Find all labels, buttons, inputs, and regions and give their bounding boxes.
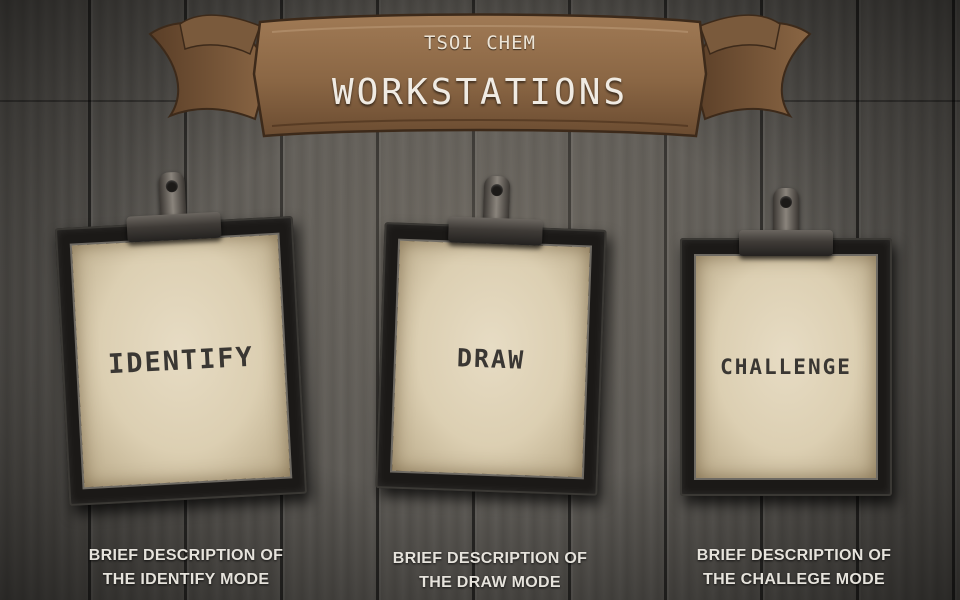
challenge-label: CHALLENGE xyxy=(720,355,852,379)
clipboard-paper: IDENTIFY xyxy=(71,234,291,488)
clip-ring-icon xyxy=(482,175,511,223)
draw-station-clipboard[interactable]: DRAW xyxy=(375,175,607,496)
banner-title: WORKSTATIONS xyxy=(331,72,629,113)
banner-subtitle: TSOI CHEM xyxy=(424,32,536,54)
clipboard-clip-icon xyxy=(126,211,222,243)
identify-station-clipboard[interactable]: IDENTIFY xyxy=(54,171,308,507)
challenge-station-clipboard[interactable]: CHALLENGE xyxy=(680,188,892,496)
clip-ring-icon xyxy=(158,171,187,219)
clipboard-clip-icon xyxy=(448,216,543,246)
draw-description: BRIEF DESCRIPTION OF THE DRAW MODE xyxy=(360,547,620,595)
clipboard-paper: CHALLENGE xyxy=(696,256,876,478)
draw-label: DRAW xyxy=(456,343,526,375)
clipboard-paper: DRAW xyxy=(392,240,590,478)
title-banner: TSOI CHEM WORKSTATIONS xyxy=(140,4,820,144)
challenge-description: BRIEF DESCRIPTION OF THE CHALLEGE MODE xyxy=(664,544,924,592)
clip-ring-icon xyxy=(773,188,799,234)
draw-description-line1: BRIEF DESCRIPTION OF xyxy=(392,550,588,567)
identify-description: BRIEF DESCRIPTION OF THE IDENTIFY MODE xyxy=(56,544,316,592)
identify-label: IDENTIFY xyxy=(107,341,255,381)
draw-description-line2: THE DRAW MODE xyxy=(419,574,561,591)
challenge-description-line1: BRIEF DESCRIPTION OF xyxy=(696,547,892,564)
identify-description-line2: THE IDENTIFY MODE xyxy=(102,571,270,588)
identify-description-line1: BRIEF DESCRIPTION OF xyxy=(88,547,284,564)
clipboard-clip-icon xyxy=(739,230,833,256)
challenge-description-line2: THE CHALLEGE MODE xyxy=(703,571,885,588)
